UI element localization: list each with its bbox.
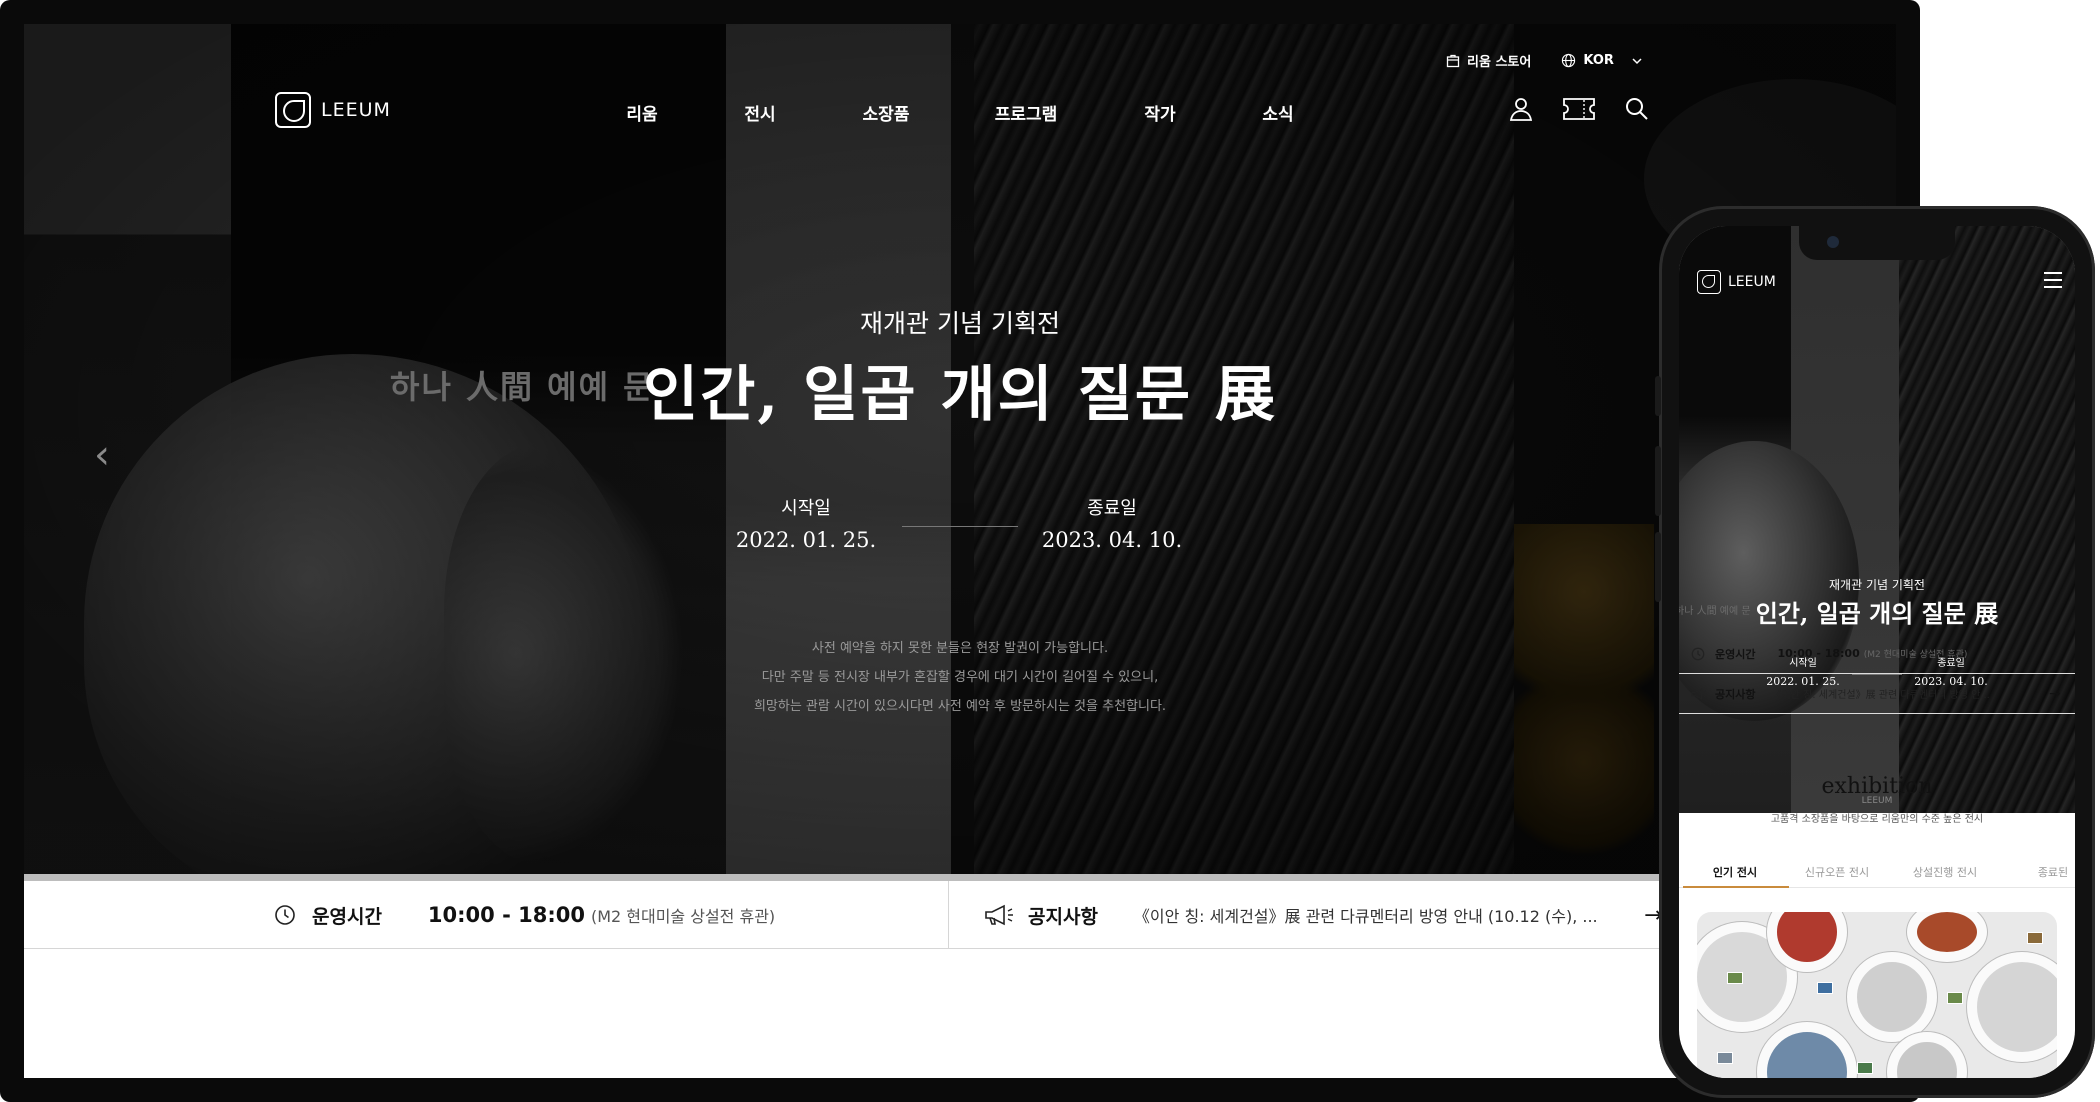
mobile-hours-note: (M2 현대미술 상설전 휴관) xyxy=(1863,650,1968,660)
end-date-label: 종료일 xyxy=(1087,498,1137,519)
mobile-notice-link[interactable]: 공지사항 《이안 칭: 세계건설》展 관련 다큐멘터리 방영 안... → xyxy=(1679,674,2075,714)
hero-notice-line: 희망하는 관람 시간이 있으시다면 사전 예약 후 방문하시는 것을 추천합니다… xyxy=(753,699,1167,714)
hours-note: (M2 현대미술 상설전 휴관) xyxy=(590,907,776,926)
hero-notice: 사전 예약을 하지 못한 분들은 현장 발권이 가능합니다. 다만 주말 등 전… xyxy=(24,634,1896,721)
phone-side-button xyxy=(1655,446,1661,516)
language-label: KOR xyxy=(1583,53,1614,68)
artwork-tile xyxy=(1947,992,1963,1004)
artwork-shape xyxy=(1847,952,1937,1042)
notice-label: 공지사항 xyxy=(1028,905,1098,928)
store-label: 리움 스토어 xyxy=(1467,55,1532,70)
language-selector[interactable]: KOR xyxy=(1561,53,1643,68)
tab-ended[interactable]: 종료된 xyxy=(2038,864,2068,880)
artwork-tile xyxy=(1817,982,1833,994)
info-divider xyxy=(948,881,949,949)
desktop-monitor: 리움 스토어 KOR LEEUM 리움 전시 소장품 프로그램 작가 소식 ‹ … xyxy=(0,0,1920,1102)
utility-bar: 리움 스토어 KOR xyxy=(1446,51,1643,70)
chevron-left-icon[interactable]: ‹ xyxy=(94,432,110,478)
artwork-shape xyxy=(1967,952,2057,1062)
megaphone-icon xyxy=(1691,687,1707,700)
leeum-logo-icon xyxy=(1697,270,1721,294)
artwork-shape xyxy=(1907,912,1987,962)
opening-hours: 운영시간 10:00 - 18:00 (M2 현대미술 상설전 휴관) xyxy=(274,881,775,949)
mobile-hero-subtitle: 재개관 기념 기획전 xyxy=(1829,578,1925,592)
phone-side-button xyxy=(1655,532,1661,602)
mobile-screen: LEEUM 하나 人間 예예 문 재개관 기념 기획전 인간, 일곱 개의 질문… xyxy=(1679,226,2075,1078)
mobile-hero-banner: LEEUM 하나 人間 예예 문 재개관 기념 기획전 인간, 일곱 개의 질문… xyxy=(1679,226,2075,813)
mobile-opening-hours: 운영시간 10:00 - 18:00 (M2 현대미술 상설전 휴관) xyxy=(1679,634,2075,674)
artwork-tile xyxy=(2027,932,2043,944)
mobile-phone: LEEUM 하나 人間 예예 문 재개관 기념 기획전 인간, 일곱 개의 질문… xyxy=(1655,206,2095,1098)
logo-text: LEEUM xyxy=(321,99,391,121)
phone-notch xyxy=(1799,226,1955,260)
exhibition-tabs: 인기 전시 신규오픈 전시 상설진행 전시 종료된 xyxy=(1679,854,2075,888)
chevron-down-icon xyxy=(1632,57,1642,64)
hero-notice-line: 사전 예약을 하지 못한 분들은 현장 발권이 가능합니다. xyxy=(811,641,1109,656)
user-icon xyxy=(1509,98,1533,121)
store-icon xyxy=(1446,54,1460,67)
hours-value: 10:00 - 18:00 xyxy=(427,903,585,927)
hamburger-menu-icon[interactable] xyxy=(2044,272,2062,293)
hero-overlay xyxy=(24,24,1896,881)
exhibition-section-subtitle: 고품격 소장품을 바탕으로 리움만의 수준 높은 전시 xyxy=(1770,814,1984,825)
mobile-notice-text: 《이안 칭: 세계건설》展 관련 다큐멘터리 방영 안... xyxy=(1771,690,1990,701)
info-bar: 운영시간 10:00 - 18:00 (M2 현대미술 상설전 휴관) 공지사항… xyxy=(24,881,1896,949)
mobile-logo[interactable]: LEEUM xyxy=(1697,270,1776,294)
clock-icon xyxy=(1691,647,1705,660)
store-link[interactable]: 리움 스토어 xyxy=(1446,51,1531,70)
mobile-hours-label: 운영시간 xyxy=(1715,647,1756,661)
exhibition-section-title: exhibition xyxy=(1821,774,1933,799)
tab-popular[interactable]: 인기 전시 xyxy=(1713,864,1757,880)
nav-item-leeum[interactable]: 리움 xyxy=(626,100,657,125)
date-divider xyxy=(902,526,1018,527)
start-date-block: 시작일 2022. 01. 25. xyxy=(736,494,876,552)
mobile-notice-label: 공지사항 xyxy=(1715,687,1756,701)
clock-icon xyxy=(275,905,295,925)
artwork-shape xyxy=(1757,1022,1857,1078)
tab-permanent[interactable]: 상설진행 전시 xyxy=(1913,864,1977,880)
hero-banner: 리움 스토어 KOR LEEUM 리움 전시 소장품 프로그램 작가 소식 ‹ … xyxy=(24,24,1896,881)
nav-item-artist[interactable]: 작가 xyxy=(1144,100,1175,125)
nav-item-exhibition[interactable]: 전시 xyxy=(744,100,775,125)
notice-text: 《이안 칭: 세계건설》展 관련 다큐멘터리 방영 안내 (10.12 (수),… xyxy=(1133,907,1598,926)
mobile-hours-value: 10:00 - 18:00 xyxy=(1777,647,1860,660)
hero-notice-line: 다만 주말 등 전시장 내부가 혼잡할 경우에 대기 시간이 길어질 수 있으니… xyxy=(761,670,1159,685)
mobile-hero-title: 인간, 일곱 개의 질문 展 xyxy=(1755,599,1999,628)
hero-strip xyxy=(1899,226,2075,813)
tab-new[interactable]: 신규오픈 전시 xyxy=(1805,864,1869,880)
end-date-block: 종료일 2023. 04. 10. xyxy=(1042,494,1182,552)
mobile-logo-text: LEEUM xyxy=(1728,274,1776,290)
hero-progress-bar xyxy=(24,874,1896,881)
nav-item-program[interactable]: 프로그램 xyxy=(995,100,1058,125)
search-icon xyxy=(1626,98,1648,120)
artwork-tile xyxy=(1727,972,1743,984)
search-button[interactable] xyxy=(1620,92,1654,126)
hero-title: 인간, 일곱 개의 질문 展 xyxy=(642,360,1278,430)
leeum-logo-icon xyxy=(275,92,311,128)
arrow-right-icon[interactable]: → xyxy=(2049,686,2061,702)
active-tab-indicator xyxy=(1683,886,1789,888)
end-date-value: 2023. 04. 10. xyxy=(1041,528,1183,552)
exhibition-card-image[interactable] xyxy=(1697,912,2057,1078)
ticket-button[interactable] xyxy=(1562,92,1596,126)
desktop-screen: 리움 스토어 KOR LEEUM 리움 전시 소장품 프로그램 작가 소식 ‹ … xyxy=(24,24,1896,1078)
megaphone-icon xyxy=(985,904,1013,926)
hours-label: 운영시간 xyxy=(312,905,382,928)
start-date-label: 시작일 xyxy=(781,498,831,519)
nav-item-news[interactable]: 소식 xyxy=(1262,100,1293,125)
hero-subtitle: 재개관 기념 기획전 xyxy=(860,309,1060,338)
start-date-value: 2022. 01. 25. xyxy=(735,528,877,552)
user-button[interactable] xyxy=(1504,92,1538,126)
nav-item-collection[interactable]: 소장품 xyxy=(863,100,910,125)
globe-icon xyxy=(1562,53,1576,68)
header-actions xyxy=(1504,92,1654,126)
artwork-tile xyxy=(1857,1062,1873,1074)
ticket-icon xyxy=(1563,98,1595,120)
phone-side-button xyxy=(1655,376,1661,416)
artwork-tile xyxy=(1717,1052,1733,1064)
site-logo[interactable]: LEEUM xyxy=(275,92,391,128)
